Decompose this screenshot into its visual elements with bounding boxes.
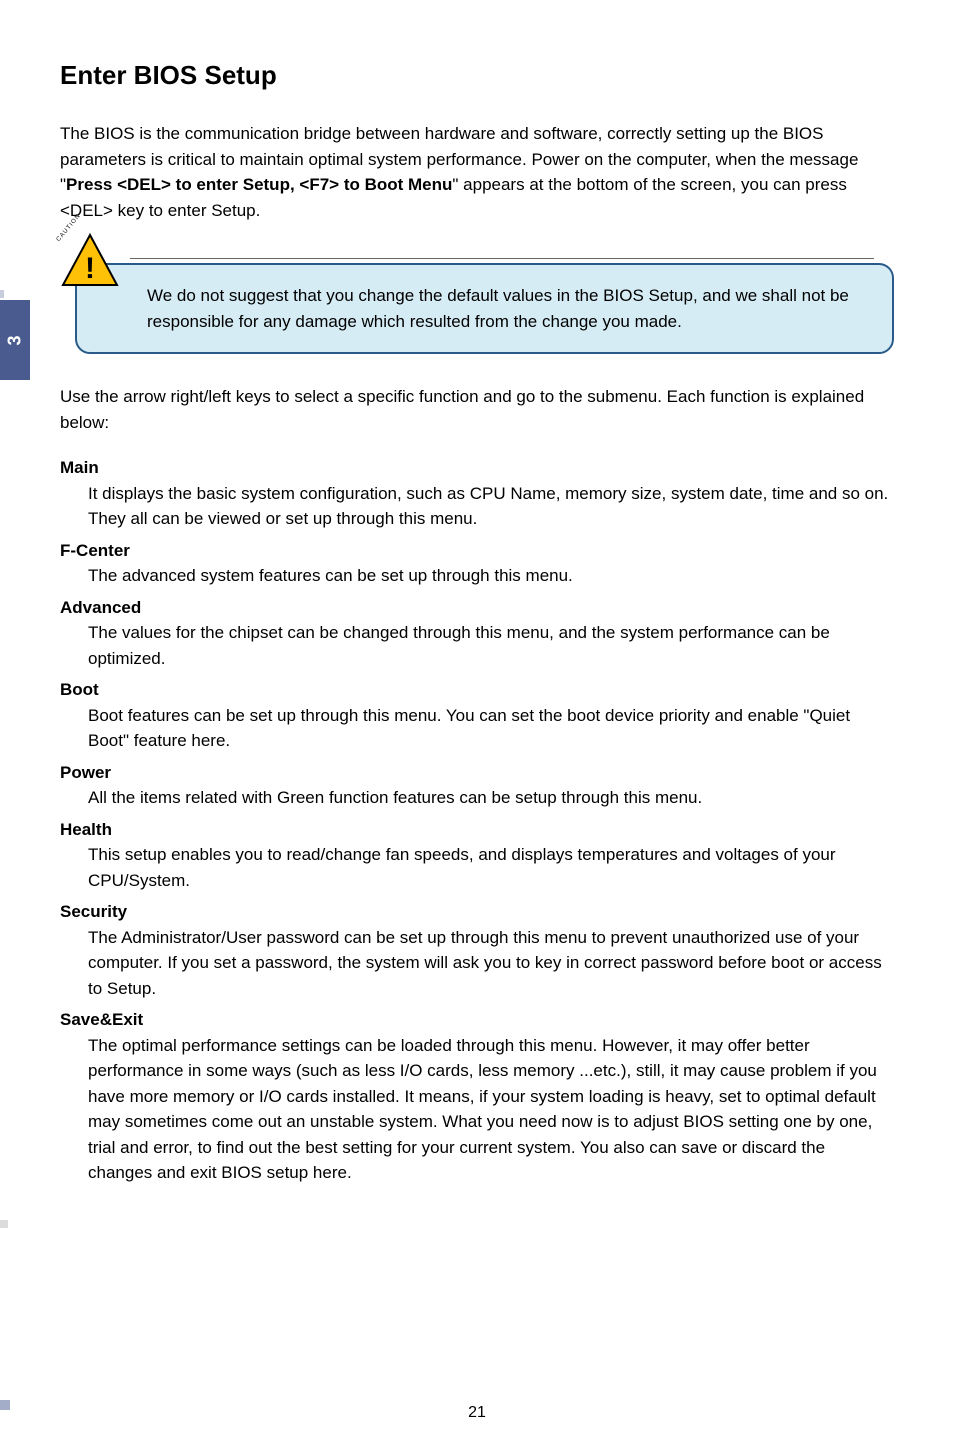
intro-paragraph: The BIOS is the communication bridge bet… — [60, 121, 894, 223]
caution-divider — [130, 258, 874, 259]
menu-list: Main It displays the basic system config… — [60, 455, 894, 1186]
menu-name-fcenter: F-Center — [60, 538, 894, 564]
menu-desc-power: All the items related with Green functio… — [60, 785, 894, 811]
menu-name-saveexit: Save&Exit — [60, 1007, 894, 1033]
menu-name-advanced: Advanced — [60, 595, 894, 621]
menu-name-security: Security — [60, 899, 894, 925]
menu-name-boot: Boot — [60, 677, 894, 703]
caution-callout: ! CAUTION We do not suggest that you cha… — [60, 263, 894, 354]
menu-name-power: Power — [60, 760, 894, 786]
menu-name-main: Main — [60, 455, 894, 481]
page-number: 21 — [0, 1404, 954, 1422]
intro-bold: Press <DEL> to enter Setup, <F7> to Boot… — [66, 175, 452, 194]
post-caution-text: Use the arrow right/left keys to select … — [60, 384, 894, 435]
caution-icon: ! CAUTION — [60, 233, 120, 293]
caution-body: We do not suggest that you change the de… — [75, 263, 894, 354]
page-content: Enter BIOS Setup The BIOS is the communi… — [0, 0, 954, 1228]
menu-name-health: Health — [60, 817, 894, 843]
svg-text:!: ! — [85, 252, 95, 285]
side-tab: 3 — [0, 300, 30, 380]
menu-desc-main: It displays the basic system configurati… — [60, 481, 894, 532]
menu-desc-saveexit: The optimal performance settings can be … — [60, 1033, 894, 1186]
caution-text: We do not suggest that you change the de… — [147, 286, 849, 331]
menu-desc-fcenter: The advanced system features can be set … — [60, 563, 894, 589]
menu-desc-advanced: The values for the chipset can be change… — [60, 620, 894, 671]
menu-desc-health: This setup enables you to read/change fa… — [60, 842, 894, 893]
side-tab-number: 3 — [4, 335, 25, 345]
edge-decoration — [0, 1220, 8, 1228]
menu-desc-boot: Boot features can be set up through this… — [60, 703, 894, 754]
page-title: Enter BIOS Setup — [60, 60, 894, 91]
menu-desc-security: The Administrator/User password can be s… — [60, 925, 894, 1002]
edge-decoration — [0, 290, 4, 298]
